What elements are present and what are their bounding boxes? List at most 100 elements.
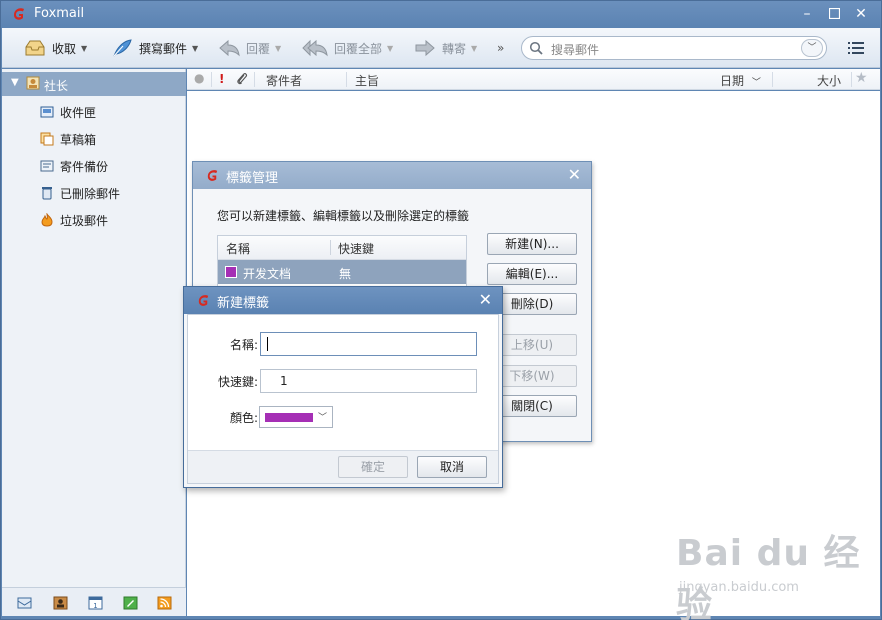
inbox-icon [40, 106, 54, 118]
reply-all-arrow-icon [302, 39, 328, 57]
subject-column[interactable]: 主旨 [355, 72, 379, 89]
tag-manager-title: 標籤管理 [226, 171, 279, 186]
sent-icon [40, 160, 54, 172]
tag-manager-description: 您可以新建標籤、編輯標籤以及刪除選定的標籤 [217, 209, 470, 223]
search-box[interactable]: 搜尋郵件 ﹀ [521, 36, 827, 60]
column-separator [330, 240, 331, 255]
shortcut-label: 快速鍵: [217, 375, 258, 389]
color-select[interactable]: ﹀ [259, 406, 333, 428]
search-placeholder: 搜尋郵件 [551, 43, 600, 57]
chevron-down-icon: ﹀ [318, 413, 328, 423]
window-title: Foxmail [34, 6, 85, 21]
shortcut-field[interactable]: 1 [260, 369, 477, 393]
ok-button[interactable]: 確定 [338, 456, 408, 478]
close-icon[interactable]: ✕ [479, 290, 492, 309]
collapse-triangle-icon[interactable]: ▼ [11, 77, 19, 88]
folder-junk[interactable]: 垃圾郵件 [40, 210, 108, 230]
column-separator [851, 72, 852, 87]
folder-drafts[interactable]: 草稿箱 [40, 129, 96, 149]
date-column[interactable]: 日期 ﹀ [720, 72, 761, 89]
folder-inbox[interactable]: 收件匣 [40, 102, 96, 122]
folder-inbox-label: 收件匣 [60, 105, 97, 120]
receive-button[interactable]: 收取 ▼ [24, 35, 87, 61]
more-toolbar-button[interactable]: » [497, 35, 504, 61]
sender-column[interactable]: 寄件者 [266, 72, 302, 89]
name-label: 名稱: [229, 338, 258, 352]
minimize-icon[interactable]: – [797, 5, 817, 23]
title-bar: Foxmail – ✕ [1, 1, 881, 28]
forward-button[interactable]: 轉寄 ▼ [414, 35, 477, 61]
message-list-header: ● ! 寄件者 主旨 日期 ﹀ 大小 ★ [187, 69, 880, 90]
name-field[interactable] [260, 332, 477, 356]
reply-all-dropdown-icon[interactable]: ▼ [387, 44, 393, 53]
star-column-icon[interactable]: ★ [855, 70, 868, 86]
folder-sent[interactable]: 寄件備份 [40, 156, 108, 176]
tag-list-header: 名稱 快速鍵 [218, 236, 466, 260]
compose-button[interactable]: 撰寫郵件 ▼ [111, 35, 198, 61]
close-icon[interactable]: ✕ [568, 165, 581, 184]
tag-row-shortcut: 無 [339, 267, 352, 281]
main-menu-icon[interactable] [848, 41, 864, 55]
compose-dropdown-icon[interactable]: ▼ [192, 44, 198, 53]
drafts-icon [40, 132, 54, 146]
junk-icon [41, 213, 53, 227]
tag-row-name: 开发文档 [243, 267, 292, 281]
folder-trash[interactable]: 已刪除郵件 [40, 183, 120, 203]
feather-pen-icon [113, 39, 132, 57]
tag-color-swatch [225, 266, 237, 278]
folder-junk-label: 垃圾郵件 [60, 213, 109, 228]
new-tag-titlebar: 新建標籤 ✕ [184, 287, 502, 314]
mail-icon[interactable] [17, 596, 32, 610]
folder-drafts-label: 草稿箱 [60, 132, 97, 147]
attachment-column-icon[interactable] [236, 72, 248, 89]
notes-icon[interactable] [123, 596, 138, 610]
size-column[interactable]: 大小 [817, 72, 841, 89]
main-toolbar: 收取 ▼ 撰寫郵件 ▼ 回覆 ▼ 回覆全部 ▼ 轉寄 ▼ » 搜尋郵件 ﹀ [2, 28, 880, 68]
search-options-chevron-icon[interactable]: ﹀ [801, 39, 823, 57]
dialog-footer: 確定 取消 [188, 450, 498, 483]
baidu-jingyan-watermark: Bai du 经验 jingyan.baidu.com [676, 522, 866, 620]
watermark-logo-text: Bai du 经验 [676, 533, 861, 620]
account-name: 社长 [44, 79, 69, 93]
contacts-icon[interactable] [53, 596, 68, 610]
foxmail-logo-icon [14, 8, 24, 20]
forward-arrow-icon [415, 39, 435, 57]
reply-dropdown-icon[interactable]: ▼ [275, 44, 281, 53]
folder-trash-label: 已刪除郵件 [60, 186, 121, 201]
new-tag-button[interactable]: 新建(N)... [487, 233, 577, 255]
read-status-column-icon[interactable]: ● [194, 71, 204, 85]
new-tag-form: 名稱: 快速鍵: 1 顏色: ﹀ 確定 取消 [187, 314, 499, 484]
reply-button[interactable]: 回覆 ▼ [218, 35, 281, 61]
reply-all-button[interactable]: 回覆全部 ▼ [302, 35, 393, 61]
receive-dropdown-icon[interactable]: ▼ [81, 44, 87, 53]
column-separator [346, 72, 347, 87]
cancel-button[interactable]: 取消 [417, 456, 487, 478]
tag-shortcut-column[interactable]: 快速鍵 [338, 240, 374, 257]
module-switcher-bar: 1 [2, 587, 186, 616]
account-icon [26, 76, 40, 90]
foxmail-logo-icon [207, 170, 218, 181]
maximize-icon[interactable] [824, 5, 844, 23]
calendar-icon[interactable]: 1 [88, 596, 103, 610]
search-icon [529, 41, 543, 55]
foxmail-logo-icon [198, 295, 209, 306]
receive-label: 收取 [52, 41, 77, 56]
reply-label: 回覆 [246, 41, 271, 56]
important-column[interactable]: ! [219, 72, 224, 86]
date-sort-chevron-icon: ﹀ [751, 78, 761, 88]
reply-arrow-icon [219, 39, 240, 57]
tag-name-column[interactable]: 名稱 [226, 240, 250, 257]
reply-all-label: 回覆全部 [334, 41, 383, 56]
tag-row[interactable]: 开发文档 無 [218, 260, 466, 284]
column-separator [254, 72, 255, 87]
tag-manager-titlebar: 標籤管理 ✕ [193, 162, 591, 189]
close-window-icon[interactable]: ✕ [851, 5, 871, 23]
forward-dropdown-icon[interactable]: ▼ [471, 44, 477, 53]
forward-label: 轉寄 [442, 41, 467, 56]
account-row[interactable]: ▼ 社长 [2, 72, 186, 96]
edit-tag-button[interactable]: 編輯(E)... [487, 263, 577, 285]
color-label: 顏色: [229, 411, 258, 425]
text-caret [267, 337, 268, 351]
date-column-label: 日期 [720, 74, 745, 88]
rss-icon[interactable] [157, 596, 172, 610]
